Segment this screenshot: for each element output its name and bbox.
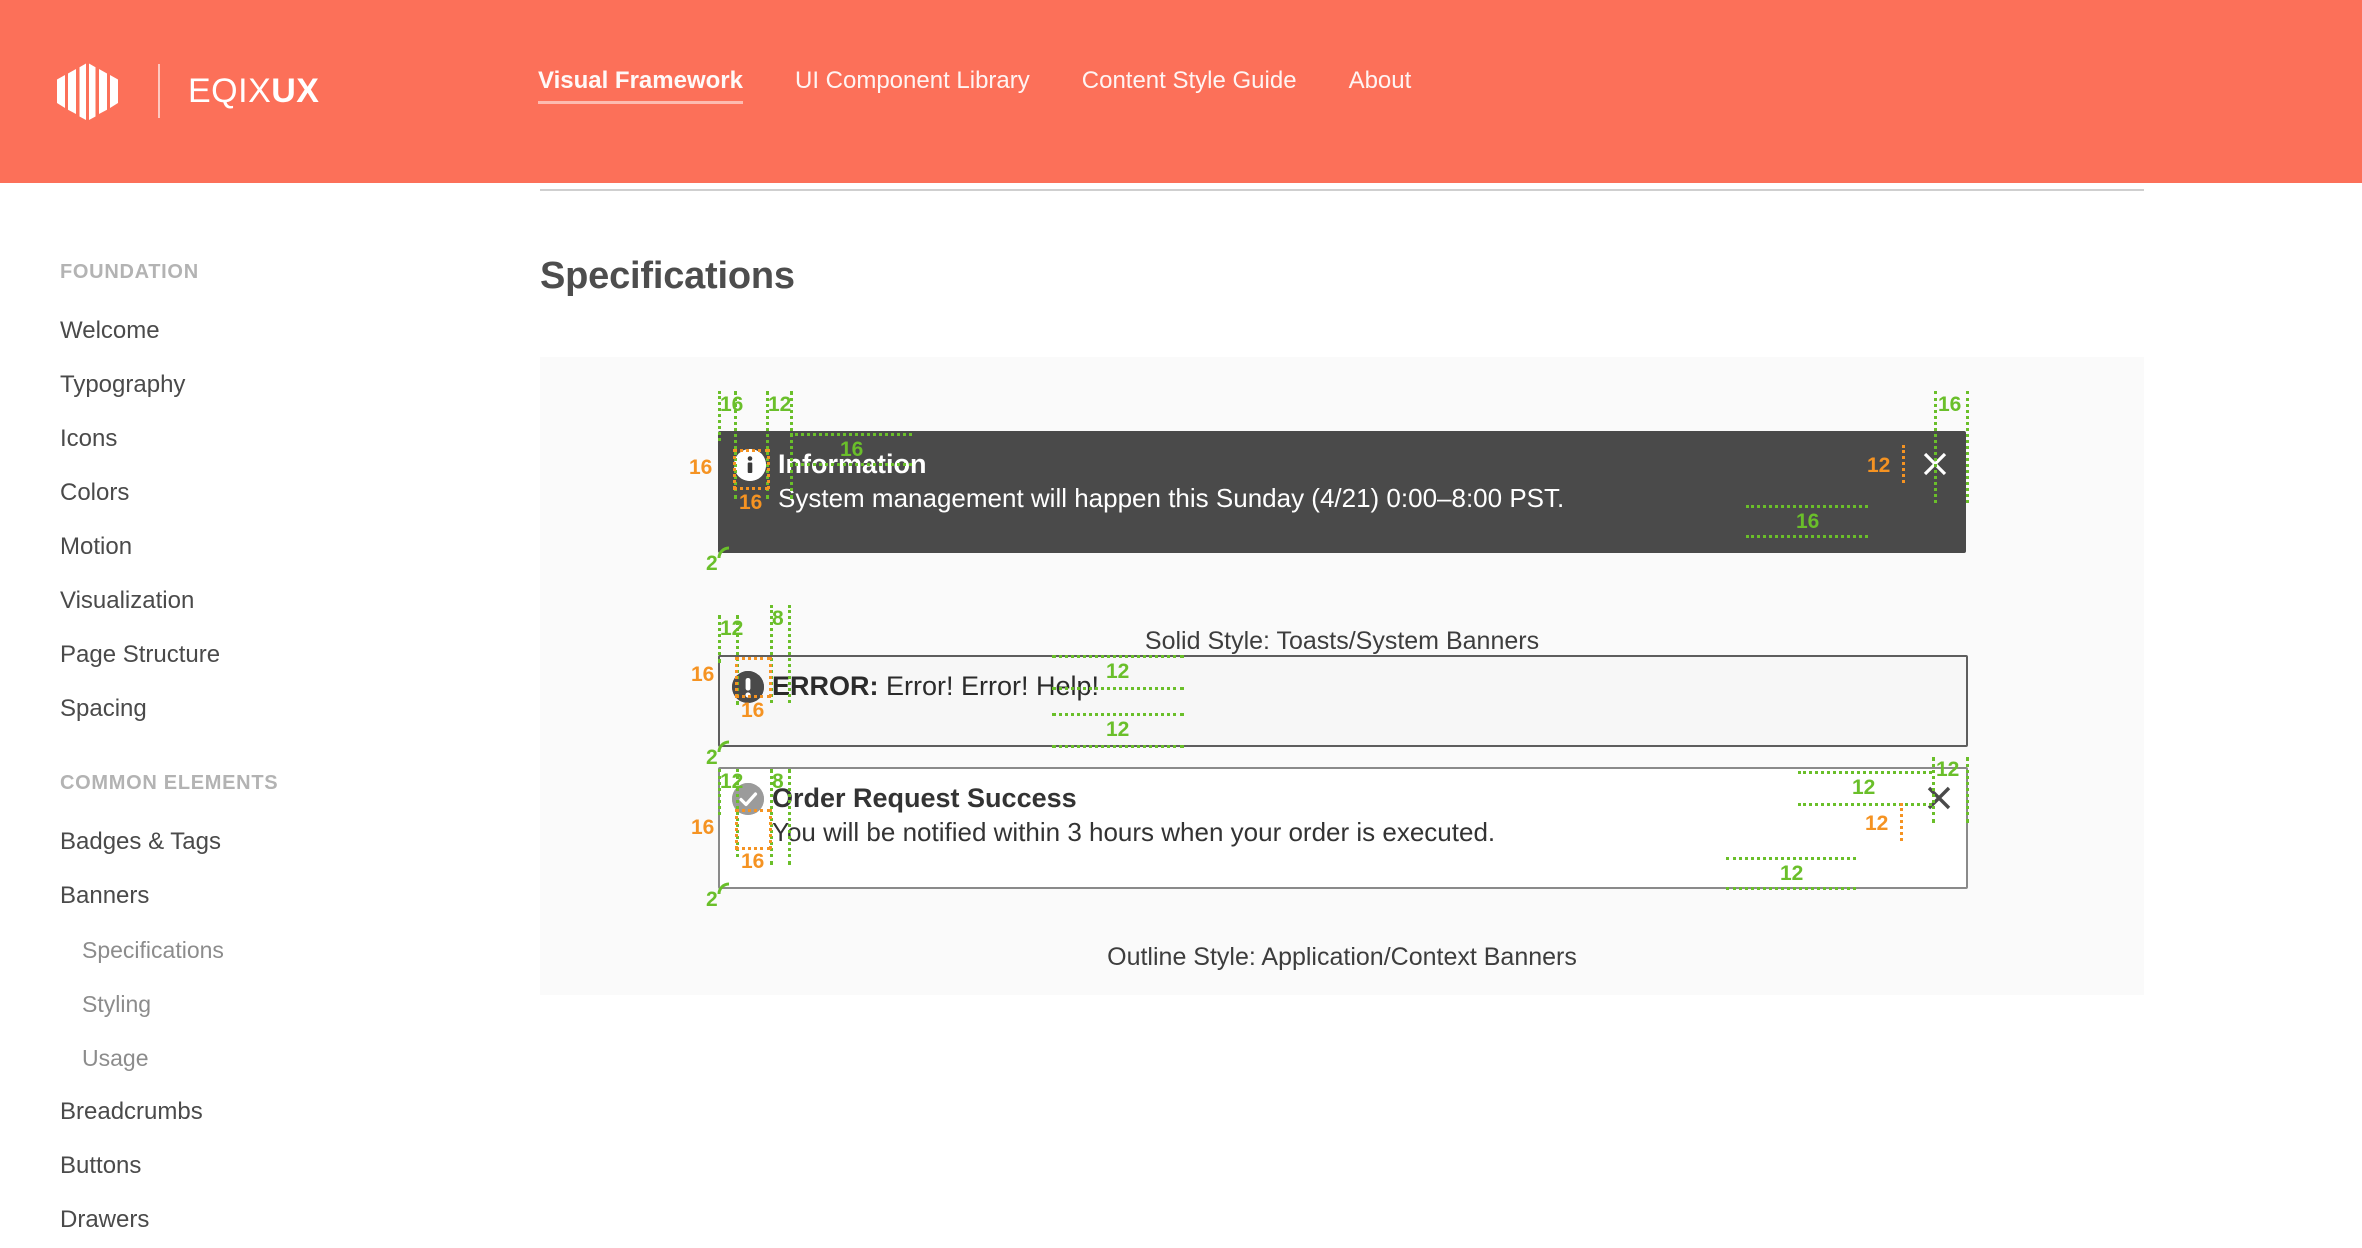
sidebar-item-visualization[interactable]: Visualization — [0, 574, 540, 628]
ann-error-radius: 2 — [706, 746, 718, 769]
content-top-divider — [540, 189, 2144, 191]
banner-message: You will be notified within 3 hours when… — [772, 817, 1496, 847]
ann-success-icon-width: 16 — [691, 816, 715, 839]
banner-message: System management will happen this Sunda… — [778, 483, 1565, 513]
ann-info-radius: 2 — [706, 552, 718, 575]
sidebar-group-foundation: FOUNDATION — [60, 261, 199, 283]
nav-item-about[interactable]: About — [1349, 66, 1412, 104]
nav-item-ui-component-library[interactable]: UI Component Library — [795, 66, 1030, 104]
sidebar-item-styling[interactable]: Styling — [0, 977, 540, 1031]
brand-word-bold: UX — [271, 71, 320, 110]
sidebar-item-specifications[interactable]: Specifications — [0, 923, 540, 977]
main-content: Specifications Information System manage… — [540, 183, 2362, 1248]
brand-divider — [158, 64, 160, 118]
top-navigation: Visual Framework UI Component Library Co… — [538, 66, 1411, 104]
banner-body: Information System management will happe… — [778, 447, 1920, 537]
sidebar-item-banners[interactable]: Banners — [0, 869, 540, 923]
banner-body: ERROR: Error! Error! Help! — [772, 669, 1954, 733]
nav-item-visual-framework[interactable]: Visual Framework — [538, 66, 743, 104]
sidebar-item-breadcrumbs[interactable]: Breadcrumbs — [0, 1085, 540, 1139]
sidebar: FOUNDATION Welcome Typography Icons Colo… — [0, 183, 540, 1248]
brand-word-light: EQIX — [188, 71, 272, 110]
banner-message: ERROR: Error! Error! Help! — [772, 669, 1954, 703]
sidebar-item-page-structure[interactable]: Page Structure — [0, 628, 540, 682]
sidebar-item-buttons[interactable]: Buttons — [0, 1139, 540, 1193]
sidebar-item-badges-tags[interactable]: Badges & Tags — [0, 815, 540, 869]
banner-success[interactable]: Order Request Success You will be notifi… — [718, 767, 1968, 889]
eqix-hexagon-logo-icon — [48, 58, 124, 124]
nav-item-content-style-guide[interactable]: Content Style Guide — [1082, 66, 1297, 104]
sidebar-item-welcome[interactable]: Welcome — [0, 304, 540, 358]
sidebar-item-spacing[interactable]: Spacing — [0, 682, 540, 736]
sidebar-item-icons[interactable]: Icons — [0, 412, 540, 466]
banner-information[interactable]: Information System management will happe… — [718, 431, 1966, 553]
ann-error-icon-width: 16 — [691, 663, 715, 686]
sidebar-item-typography[interactable]: Typography — [0, 358, 540, 412]
brand-wordmark: EQIXUX — [188, 72, 319, 111]
caption-solid-style: Solid Style: Toasts/System Banners — [1144, 627, 1540, 655]
page-title: Specifications — [540, 255, 795, 297]
sidebar-item-drawers[interactable]: Drawers — [0, 1193, 540, 1247]
sidebar-item-usage[interactable]: Usage — [0, 1031, 540, 1085]
ann-info-pad-right: 16 — [1938, 393, 1962, 416]
alert-exclamation-icon — [732, 671, 764, 703]
banner-error[interactable]: ERROR: Error! Error! Help! — [718, 655, 1968, 747]
brand[interactable]: EQIXUX — [48, 56, 319, 126]
ann-info-icon-gap: 12 — [768, 393, 792, 416]
specifications-panel: Information System management will happe… — [540, 357, 2144, 995]
sidebar-group-common-elements: COMMON ELEMENTS — [60, 772, 279, 794]
guide-info-right-outer — [1966, 391, 1969, 503]
site-header: EQIXUX Visual Framework UI Component Lib… — [0, 0, 2362, 183]
sidebar-item-motion[interactable]: Motion — [0, 520, 540, 574]
close-icon[interactable] — [1924, 783, 1954, 813]
banner-title: Information — [778, 449, 927, 479]
check-circle-icon — [732, 783, 764, 815]
close-icon[interactable] — [1920, 449, 1950, 479]
ann-info-pad-left: 16 — [720, 393, 744, 416]
sidebar-divider-space — [0, 736, 540, 772]
ann-error-icon-gap: 8 — [772, 607, 784, 630]
banner-error-text: Error! Error! Help! — [878, 671, 1100, 701]
sidebar-item-colors[interactable]: Colors — [0, 466, 540, 520]
banner-error-label: ERROR: — [772, 671, 879, 701]
banner-body: Order Request Success You will be notifi… — [772, 781, 1924, 875]
caption-outline-style: Outline Style: Application/Context Banne… — [1107, 943, 1577, 971]
banner-title: Order Request Success — [772, 783, 1077, 813]
ann-info-icon-width: 16 — [689, 456, 713, 479]
info-circle-icon — [734, 449, 766, 481]
ann-success-radius: 2 — [706, 888, 718, 911]
